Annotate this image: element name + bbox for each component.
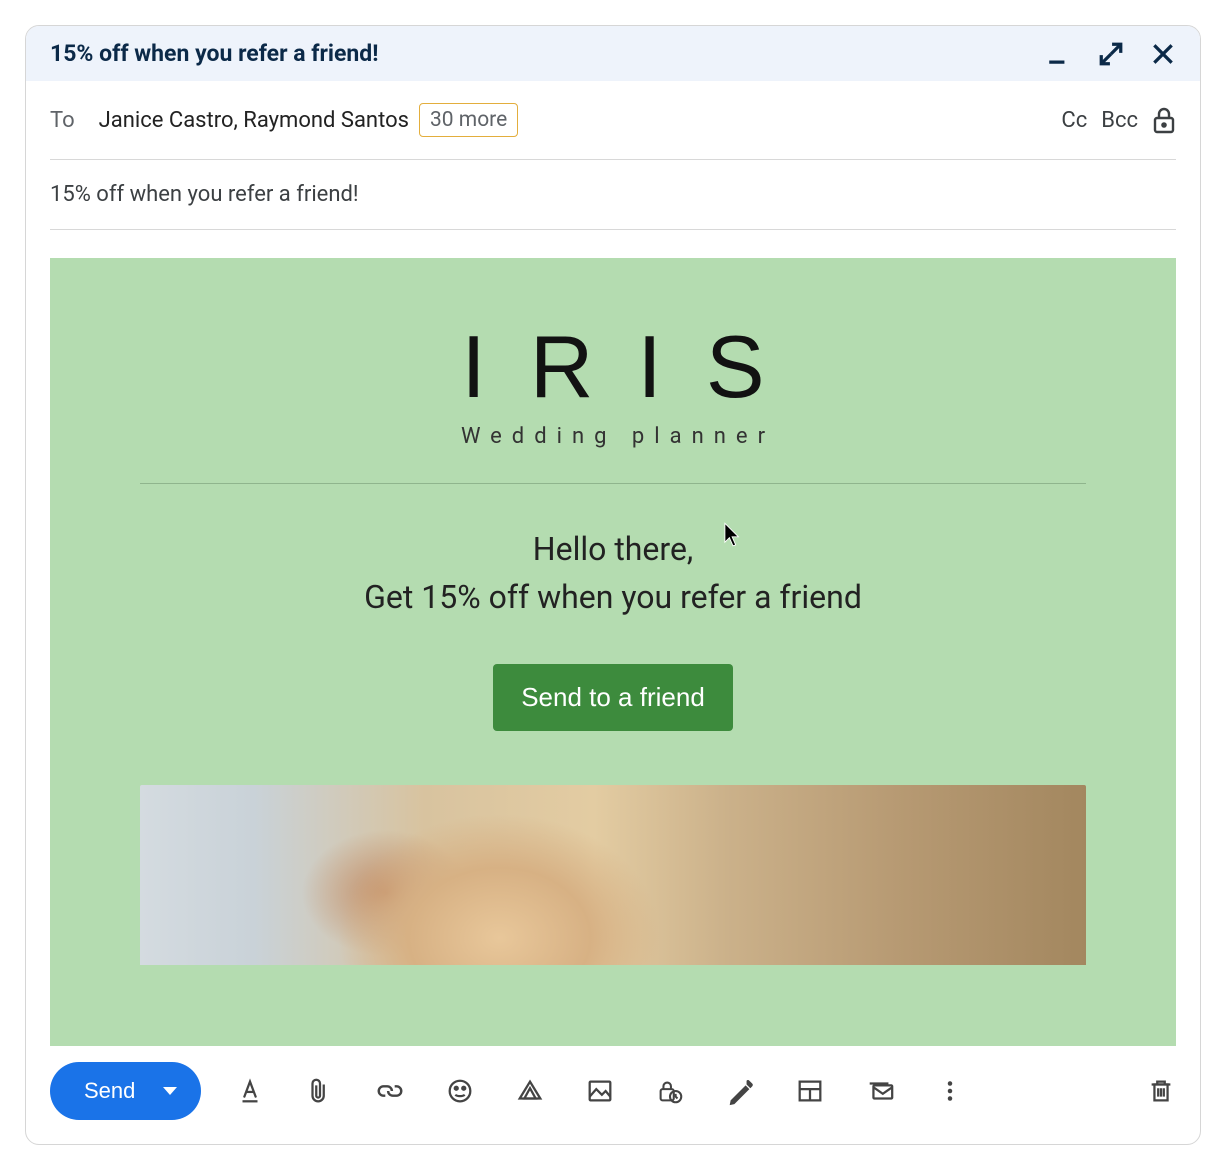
send-to-friend-button[interactable]: Send to a friend — [493, 664, 733, 731]
layouts-icon[interactable] — [795, 1076, 825, 1106]
lock-icon[interactable] — [1152, 106, 1176, 134]
header-fields: To Janice Castro, Raymond Santos 30 more… — [26, 81, 1200, 230]
multi-send-icon[interactable] — [865, 1076, 895, 1106]
subject-text: 15% off when you refer a friend! — [50, 182, 359, 207]
recipients-more-badge[interactable]: 30 more — [419, 103, 518, 137]
delete-icon[interactable] — [1146, 1076, 1176, 1106]
text-format-icon[interactable] — [235, 1076, 265, 1106]
insert-image-icon[interactable] — [585, 1076, 615, 1106]
subject-field[interactable]: 15% off when you refer a friend! — [50, 160, 1176, 230]
more-icon[interactable] — [935, 1076, 965, 1106]
attachment-icon[interactable] — [305, 1076, 335, 1106]
titlebar: 15% off when you refer a friend! — [26, 26, 1200, 81]
brand-tagline: Wedding planner — [50, 424, 1176, 449]
titlebar-actions — [1046, 41, 1176, 67]
confidential-mode-icon[interactable] — [655, 1076, 685, 1106]
chevron-down-icon — [163, 1087, 177, 1095]
recipients-text: Janice Castro, Raymond Santos — [99, 108, 409, 133]
compose-window: 15% off when you refer a friend! To Jani… — [25, 25, 1201, 1145]
cc-button[interactable]: Cc — [1061, 108, 1087, 133]
send-button-label: Send — [84, 1078, 135, 1104]
brand-name: IRIS — [50, 316, 1176, 418]
emoji-icon[interactable] — [445, 1076, 475, 1106]
divider — [140, 483, 1086, 484]
bcc-button[interactable]: Bcc — [1101, 108, 1138, 133]
expand-icon[interactable] — [1098, 41, 1124, 67]
link-icon[interactable] — [375, 1076, 405, 1106]
to-label: To — [50, 108, 75, 133]
email-body[interactable]: IRIS Wedding planner Hello there, Get 15… — [26, 230, 1200, 1046]
hero-image — [140, 785, 1086, 965]
offer-text: Get 15% off when you refer a friend — [50, 578, 1176, 616]
send-button[interactable]: Send — [50, 1062, 201, 1120]
email-template-canvas: IRIS Wedding planner Hello there, Get 15… — [50, 258, 1176, 1046]
drive-icon[interactable] — [515, 1076, 545, 1106]
to-row[interactable]: To Janice Castro, Raymond Santos 30 more… — [50, 81, 1176, 160]
compose-toolbar: Send — [26, 1046, 1200, 1144]
greeting-text: Hello there, — [50, 530, 1176, 568]
window-title: 15% off when you refer a friend! — [50, 40, 1046, 67]
signature-icon[interactable] — [725, 1076, 755, 1106]
minimize-icon[interactable] — [1046, 41, 1072, 67]
formatting-icons — [235, 1076, 1176, 1106]
close-icon[interactable] — [1150, 41, 1176, 67]
cc-bcc-group: Cc Bcc — [1061, 106, 1176, 134]
